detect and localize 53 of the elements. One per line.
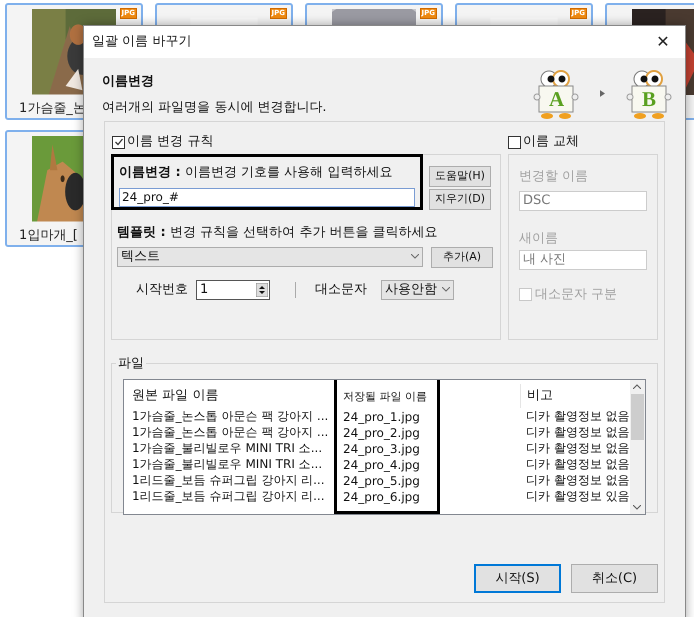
mascot-icon [625,68,673,118]
table-cell-text: 24_pro_6.jpg [343,489,421,505]
table-cell-text: 1리드줄_보듬 슈퍼그립 강아지 리... [132,488,326,504]
clear-button[interactable]: 지우기(D) [429,189,491,210]
table-cell-text: 1가슴줄_논스톱 아문슨 팩 강아지 ... [132,408,330,424]
add-button[interactable]: 추가(A) [431,246,493,268]
sign-letter: B [642,88,656,110]
cancel-button[interactable]: 취소(C) [571,564,658,593]
thumbnail-caption: 1가슴줄_논 [18,100,86,118]
chevron-up-icon[interactable] [633,384,642,389]
table-cell-text: 24_pro_2.jpg [343,425,421,441]
new-name-label: 새이름 [519,230,559,248]
table-cell-text: 1가슴줄_불리빌로우 MINI TRI 소... [132,456,324,472]
table-cell-text: 1리드줄_보듬 슈퍼그립 강아지 리... [132,472,326,488]
find-label: 변경할 이름 [519,168,590,186]
chevron-down-icon [411,254,419,259]
checkbox[interactable] [508,136,521,148]
table-cell-text: 1가슴줄_논스톱 아문슨 팩 강아지 ... [132,424,330,440]
case-label: 대소문자 [315,280,367,299]
sign-letter: A [549,88,564,110]
table-cell-text: 24_pro_4.jpg [343,457,421,473]
thumbnail-caption: 1입마개_[ [18,226,78,244]
template-select[interactable]: 텍스트 [117,246,423,266]
table-cell-text: 24_pro_1.jpg [343,409,421,425]
table-cell-text: 1가슴줄_불리빌로우 MINI TRI 소... [132,440,324,456]
table-cell-text: 24_pro_3.jpg [343,441,421,457]
table-cell: 디카 촬영정보 없음 [526,424,630,440]
new-name-input[interactable]: 내 사진 [519,250,647,270]
mascot-icon [532,68,580,118]
table-cell-text: 24_pro_5.jpg [343,473,421,489]
table-cell: 디카 촬영정보 없음 [526,472,630,488]
start-number-spinbox[interactable]: 1 [196,280,270,300]
pattern-input[interactable]: 24_pro_# [119,188,415,206]
start-number-label: 시작번호 [136,280,188,299]
case-select[interactable]: 사용안함 [381,280,454,300]
column-header[interactable]: 원본 파일 이름 [132,384,334,408]
vertical-scrollbar[interactable] [630,380,645,514]
table-cell: 디카 촬영정보 있음 [526,488,630,504]
checkbox-label: 대소문자 구분 [535,286,618,304]
chevron-down-icon [442,287,450,292]
table-cell: 디카 촬영정보 없음 [526,408,630,424]
start-button[interactable]: 시작(S) [474,564,561,593]
help-button[interactable]: 도움말(H) [429,166,491,187]
table-cell: 디카 촬영정보 없음 [526,456,630,472]
spin-arrows-icon [256,282,268,296]
table-cell: 디카 촬영정보 없음 [526,440,630,456]
checkbox[interactable] [112,136,125,148]
find-input[interactable]: DSC [519,190,647,210]
arrow-icon [600,90,605,97]
checkbox-label: 이름 교체 [523,133,580,152]
column-header[interactable]: 저장될 파일 이름 [343,385,427,409]
chevron-down-icon[interactable] [633,505,642,510]
close-button[interactable]: ✕ [651,30,675,54]
